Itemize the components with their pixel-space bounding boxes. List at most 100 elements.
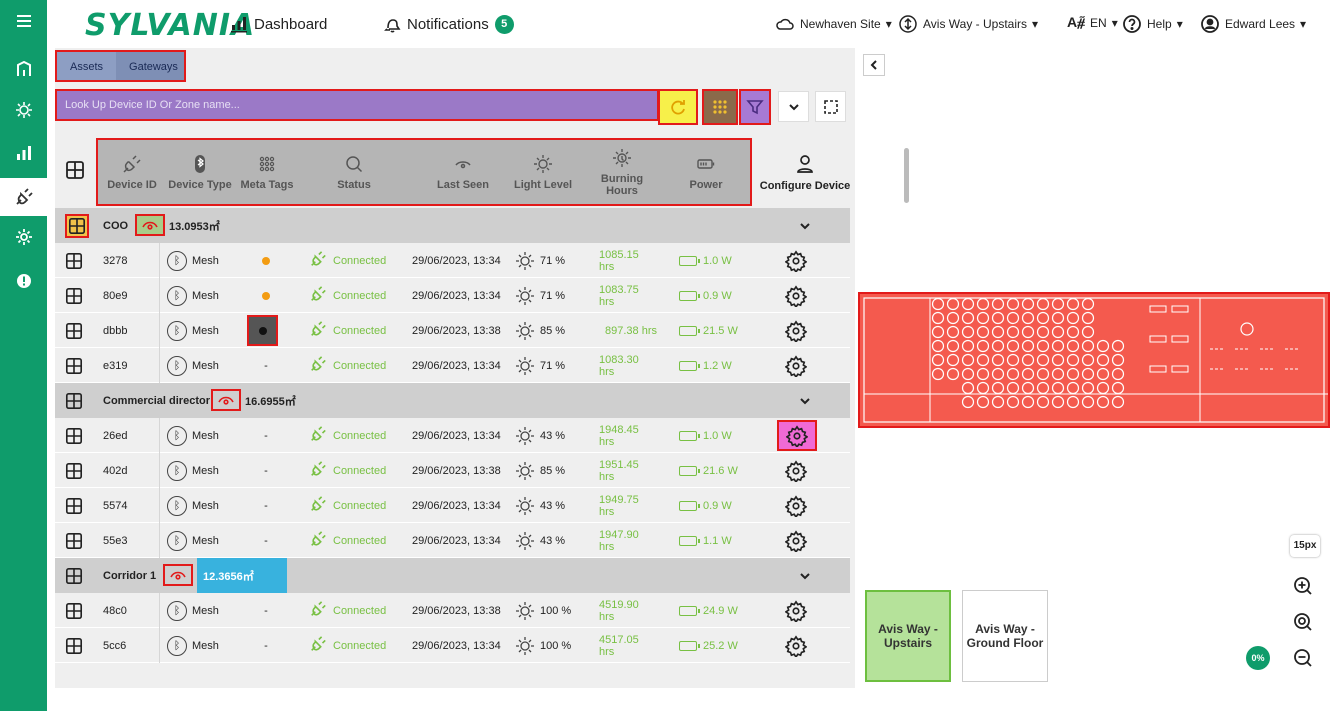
column-power[interactable]: Power xyxy=(678,140,734,204)
column-status[interactable]: Status xyxy=(328,140,380,204)
light-fixture-marker[interactable] xyxy=(931,367,945,381)
light-fixture-marker[interactable] xyxy=(991,297,1005,311)
light-fixture-marker[interactable] xyxy=(1081,311,1095,325)
light-fixture-marker[interactable] xyxy=(1006,353,1020,367)
floor-selector[interactable]: Avis Way - Upstairs ▾ xyxy=(898,14,1038,34)
light-fixture-marker[interactable] xyxy=(931,297,945,311)
column-meta-tags[interactable]: Meta Tags xyxy=(236,140,298,204)
light-fixture-marker[interactable] xyxy=(1096,367,1110,381)
table-row[interactable]: 80e9 ᛒ Mesh Connected 29/06/2023, 13:34 71 % 1… xyxy=(55,278,850,313)
light-fixture-marker[interactable] xyxy=(1066,353,1080,367)
visibility-eye-icon[interactable] xyxy=(211,389,241,411)
light-fixture-marker[interactable] xyxy=(946,367,960,381)
zone-expand-chevron[interactable] xyxy=(799,208,811,243)
light-fixture-marker[interactable] xyxy=(1021,395,1035,409)
alert-icon[interactable] xyxy=(0,262,47,300)
settings-icon[interactable] xyxy=(0,218,47,256)
light-fixture-marker[interactable] xyxy=(931,325,945,339)
table-row[interactable]: 402d ᛒ Mesh - Connected 29/06/2023, 13:38 85 %… xyxy=(55,453,850,488)
light-fixture-marker[interactable] xyxy=(1051,325,1065,339)
light-fixture-marker[interactable] xyxy=(1021,311,1035,325)
zone-row[interactable]: COO 13.0953㎡ xyxy=(55,208,850,243)
light-fixture-marker[interactable] xyxy=(1081,297,1095,311)
light-fixture-marker[interactable] xyxy=(1006,339,1020,353)
light-fixture-marker[interactable] xyxy=(991,339,1005,353)
select-zone-grid-icon[interactable] xyxy=(65,383,83,418)
light-fixture-marker[interactable] xyxy=(991,353,1005,367)
light-fixture-marker[interactable] xyxy=(1036,353,1050,367)
light-fixture-marker[interactable] xyxy=(931,353,945,367)
light-fixture-marker[interactable] xyxy=(1096,395,1110,409)
light-fixture-marker[interactable] xyxy=(961,339,975,353)
light-fixture-marker[interactable] xyxy=(1096,381,1110,395)
light-fixture-marker[interactable] xyxy=(1111,395,1125,409)
zoom-fit-button[interactable] xyxy=(1290,609,1316,635)
light-fixture-marker[interactable] xyxy=(991,367,1005,381)
select-device-grid-icon[interactable] xyxy=(65,243,83,278)
refresh-button[interactable] xyxy=(658,89,698,125)
light-fixture-marker[interactable] xyxy=(1036,325,1050,339)
light-fixture-marker[interactable] xyxy=(1081,367,1095,381)
light-fixture-marker[interactable] xyxy=(1066,297,1080,311)
select-area-button[interactable] xyxy=(815,91,846,122)
configure-gear-icon[interactable] xyxy=(785,628,807,663)
light-fixture-marker[interactable] xyxy=(1111,353,1125,367)
light-fixture-marker[interactable] xyxy=(961,381,975,395)
light-fixture-marker[interactable] xyxy=(1111,339,1125,353)
floor-thumbnail-ground[interactable]: Avis Way - Ground Floor xyxy=(962,590,1048,682)
light-fixture-marker[interactable] xyxy=(1066,367,1080,381)
light-fixture-marker[interactable] xyxy=(931,311,945,325)
configure-gear-icon[interactable] xyxy=(785,313,807,348)
light-fixture-marker[interactable] xyxy=(1021,339,1035,353)
light-fixture-marker[interactable] xyxy=(976,381,990,395)
light-fixture-marker[interactable] xyxy=(961,325,975,339)
visibility-eye-icon[interactable] xyxy=(135,214,165,236)
light-fixture-marker[interactable] xyxy=(1051,381,1065,395)
light-fixture-marker[interactable] xyxy=(976,395,990,409)
light-icon[interactable] xyxy=(0,91,47,129)
light-fixture-marker[interactable] xyxy=(1111,367,1125,381)
site-selector[interactable]: Newhaven Site ▾ xyxy=(775,14,892,34)
configure-gear-icon[interactable] xyxy=(785,488,807,523)
configure-gear-icon[interactable] xyxy=(785,593,807,628)
table-row[interactable]: 5cc6 ᛒ Mesh - Connected 29/06/2023, 13:34 100 … xyxy=(55,628,850,663)
light-fixture-marker[interactable] xyxy=(1021,367,1035,381)
tag-grid-button[interactable] xyxy=(702,89,738,125)
light-fixture-marker[interactable] xyxy=(961,311,975,325)
dashboard-link[interactable]: Dashboard xyxy=(230,15,327,33)
light-fixture-marker[interactable] xyxy=(976,367,990,381)
light-fixture-marker[interactable] xyxy=(991,395,1005,409)
scrollbar[interactable] xyxy=(904,148,909,203)
filter-button[interactable] xyxy=(739,89,771,125)
light-fixture-marker[interactable] xyxy=(1081,353,1095,367)
table-row[interactable]: 26ed ᛒ Mesh - Connected 29/06/2023, 13:34 43 %… xyxy=(55,418,850,453)
help-menu[interactable]: Help ▾ xyxy=(1122,14,1183,34)
light-fixture-marker[interactable] xyxy=(1051,395,1065,409)
configure-gear-icon[interactable] xyxy=(785,348,807,383)
light-fixture-marker[interactable] xyxy=(1081,381,1095,395)
light-fixture-marker[interactable] xyxy=(1036,297,1050,311)
light-fixture-marker[interactable] xyxy=(961,297,975,311)
light-fixture-marker[interactable] xyxy=(1066,339,1080,353)
light-fixture-marker[interactable] xyxy=(1006,311,1020,325)
configure-gear-icon[interactable] xyxy=(785,523,807,558)
light-fixture-marker[interactable] xyxy=(946,353,960,367)
zone-row[interactable]: Corridor 1 12.3656㎡ xyxy=(55,558,850,593)
table-row[interactable]: 3278 ᛒ Mesh Connected 29/06/2023, 13:34 71 % 1… xyxy=(55,243,850,278)
configure-gear-icon[interactable] xyxy=(777,420,817,451)
light-fixture-marker[interactable] xyxy=(1066,395,1080,409)
light-fixture-marker[interactable] xyxy=(991,325,1005,339)
select-device-grid-icon[interactable] xyxy=(65,418,83,453)
light-fixture-marker[interactable] xyxy=(1051,311,1065,325)
collapse-panel-button[interactable] xyxy=(863,54,885,76)
light-fixture-marker[interactable] xyxy=(1021,381,1035,395)
column-burning-hours[interactable]: Burning Hours xyxy=(584,140,660,204)
notifications-link[interactable]: Notifications 5 xyxy=(383,15,514,34)
light-fixture-marker[interactable] xyxy=(1036,311,1050,325)
light-fixture-marker[interactable] xyxy=(1081,395,1095,409)
light-fixture-marker[interactable] xyxy=(1036,381,1050,395)
select-device-grid-icon[interactable] xyxy=(65,593,83,628)
visibility-eye-icon[interactable] xyxy=(163,564,193,586)
light-fixture-marker[interactable] xyxy=(946,297,960,311)
table-row[interactable]: 55e3 ᛒ Mesh - Connected 29/06/2023, 13:34 43 %… xyxy=(55,523,850,558)
